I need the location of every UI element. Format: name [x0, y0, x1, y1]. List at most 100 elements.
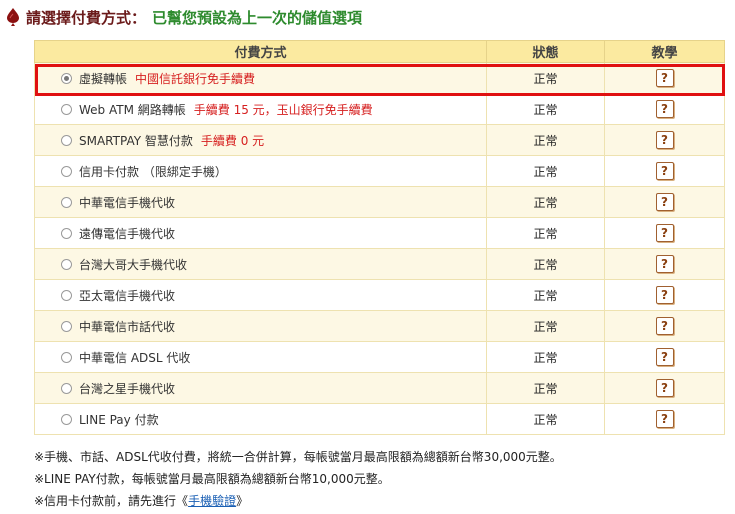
payment-method-label: 虛擬轉帳 — [79, 71, 128, 86]
payment-method-radio[interactable] — [61, 413, 72, 425]
payment-method-cell[interactable]: 中華電信市話代收 — [34, 310, 487, 342]
tutorial-cell: ? — [604, 403, 725, 435]
note-line-3-suffix: 》 — [236, 494, 249, 508]
payment-status: 正常 — [486, 62, 605, 94]
payment-method-radio[interactable] — [61, 351, 72, 363]
note-line-3-prefix: ※信用卡付款前，請先進行《 — [34, 494, 189, 508]
payment-method-label: Web ATM 網路轉帳 — [79, 102, 186, 117]
tutorial-cell: ? — [604, 155, 725, 187]
payment-method-cell[interactable]: SMARTPAY 智慧付款 手續費 0 元 — [34, 124, 487, 156]
payment-rows: 虛擬轉帳 中國信託銀行免手續費 正常? Web ATM 網路轉帳 手續費 15 元，玉山… — [34, 62, 725, 435]
payment-method-cell[interactable]: 信用卡付款 （限綁定手機） — [34, 155, 487, 187]
payment-status: 正常 — [486, 93, 605, 125]
column-header-method: 付費方式 — [34, 40, 487, 63]
payment-method-fee-note: 手續費 15 元，玉山銀行免手續費 — [193, 102, 373, 117]
payment-status: 正常 — [486, 372, 605, 404]
payment-method-label: 信用卡付款 （限綁定手機） — [79, 164, 227, 179]
payment-status: 正常 — [486, 217, 605, 249]
payment-table: 付費方式 狀態 教學 虛擬轉帳 中國信託銀行免手續費 正常? Web ATM 網路轉帳… — [34, 40, 725, 435]
page-title: 請選擇付費方式： — [26, 8, 147, 27]
payment-method-cell[interactable]: 虛擬轉帳 中國信託銀行免手續費 — [34, 62, 487, 94]
page-subtitle: 已幫您預設為上一次的儲值選項 — [152, 8, 363, 27]
payment-method-fee-note: 中國信託銀行免手續費 — [135, 71, 256, 86]
payment-method-label: 台灣之星手機代收 — [79, 381, 176, 396]
payment-method-fee-note: 手續費 0 元 — [200, 133, 265, 148]
payment-method-radio[interactable] — [61, 72, 72, 84]
payment-method-label: 中華電信 ADSL 代收 — [79, 350, 191, 365]
help-question-icon[interactable]: ? — [655, 379, 674, 397]
payment-row[interactable]: SMARTPAY 智慧付款 手續費 0 元正常? — [34, 124, 725, 156]
tutorial-cell: ? — [604, 93, 725, 125]
payment-row[interactable]: 台灣大哥大手機代收 正常? — [34, 248, 725, 280]
phone-verification-link[interactable]: 手機驗證 — [188, 494, 236, 508]
payment-method-radio[interactable] — [61, 320, 72, 332]
payment-method-label: 亞太電信手機代收 — [79, 288, 176, 303]
payment-status: 正常 — [486, 341, 605, 373]
payment-method-label: 中華電信手機代收 — [79, 195, 176, 210]
payment-method-radio[interactable] — [61, 258, 72, 270]
payment-method-radio[interactable] — [61, 227, 72, 239]
payment-row[interactable]: 台灣之星手機代收 正常? — [34, 372, 725, 404]
payment-method-radio[interactable] — [61, 289, 72, 301]
payment-status: 正常 — [486, 124, 605, 156]
tutorial-cell: ? — [604, 341, 725, 373]
payment-method-cell[interactable]: 中華電信手機代收 — [34, 186, 487, 218]
column-header-status: 狀態 — [486, 40, 605, 63]
help-question-icon[interactable]: ? — [655, 286, 674, 304]
help-question-icon[interactable]: ? — [655, 69, 674, 87]
payment-row[interactable]: 中華電信 ADSL 代收 正常? — [34, 341, 725, 373]
payment-status: 正常 — [486, 186, 605, 218]
tutorial-cell: ? — [604, 124, 725, 156]
column-header-tutorial: 教學 — [604, 40, 725, 63]
tutorial-cell: ? — [604, 310, 725, 342]
payment-method-cell[interactable]: 台灣之星手機代收 — [34, 372, 487, 404]
help-question-icon[interactable]: ? — [655, 317, 674, 335]
payment-method-radio[interactable] — [61, 134, 72, 146]
payment-row[interactable]: 遠傳電信手機代收 正常? — [34, 217, 725, 249]
payment-method-radio[interactable] — [61, 165, 72, 177]
note-line-1: ※手機、市話、ADSL代收付費，將統一合併計算，每帳號當月最高限額為總額新台幣3… — [34, 450, 562, 464]
page-header: 請選擇付費方式： 已幫您預設為上一次的儲值選項 — [6, 6, 362, 28]
payment-method-cell[interactable]: Web ATM 網路轉帳 手續費 15 元，玉山銀行免手續費 — [34, 93, 487, 125]
help-question-icon[interactable]: ? — [655, 100, 674, 118]
payment-method-cell[interactable]: 遠傳電信手機代收 — [34, 217, 487, 249]
payment-status: 正常 — [486, 248, 605, 280]
payment-status: 正常 — [486, 403, 605, 435]
tutorial-cell: ? — [604, 186, 725, 218]
payment-method-radio[interactable] — [61, 382, 72, 394]
payment-method-cell[interactable]: 亞太電信手機代收 — [34, 279, 487, 311]
help-question-icon[interactable]: ? — [655, 162, 674, 180]
payment-row[interactable]: 虛擬轉帳 中國信託銀行免手續費 正常? — [34, 62, 725, 94]
payment-row[interactable]: Web ATM 網路轉帳 手續費 15 元，玉山銀行免手續費 正常? — [34, 93, 725, 125]
help-question-icon[interactable]: ? — [655, 255, 674, 273]
note-line-3: ※信用卡付款前，請先進行《手機驗證》 — [34, 490, 562, 512]
diamond-icon — [7, 8, 19, 26]
payment-status: 正常 — [486, 279, 605, 311]
payment-method-label: 中華電信市話代收 — [79, 319, 176, 334]
payment-method-cell[interactable]: 台灣大哥大手機代收 — [34, 248, 487, 280]
note-line-2: ※LINE PAY付款，每帳號當月最高限額為總額新台幣10,000元整。 — [34, 472, 390, 486]
payment-row[interactable]: 中華電信市話代收 正常? — [34, 310, 725, 342]
payment-status: 正常 — [486, 155, 605, 187]
payment-row[interactable]: 亞太電信手機代收 正常? — [34, 279, 725, 311]
payment-method-label: SMARTPAY 智慧付款 — [79, 133, 193, 148]
help-question-icon[interactable]: ? — [655, 410, 674, 428]
help-question-icon[interactable]: ? — [655, 131, 674, 149]
payment-method-cell[interactable]: 中華電信 ADSL 代收 — [34, 341, 487, 373]
payment-row[interactable]: 信用卡付款 （限綁定手機） 正常? — [34, 155, 725, 187]
payment-row[interactable]: LINE Pay 付款 正常? — [34, 403, 725, 435]
payment-method-radio[interactable] — [61, 196, 72, 208]
payment-row[interactable]: 中華電信手機代收 正常? — [34, 186, 725, 218]
notes: ※手機、市話、ADSL代收付費，將統一合併計算，每帳號當月最高限額為總額新台幣3… — [34, 446, 562, 512]
help-question-icon[interactable]: ? — [655, 348, 674, 366]
tutorial-cell: ? — [604, 372, 725, 404]
payment-method-label: 遠傳電信手機代收 — [79, 226, 176, 241]
payment-method-label: LINE Pay 付款 — [79, 412, 159, 427]
help-question-icon[interactable]: ? — [655, 224, 674, 242]
payment-method-cell[interactable]: LINE Pay 付款 — [34, 403, 487, 435]
payment-method-radio[interactable] — [61, 103, 72, 115]
help-question-icon[interactable]: ? — [655, 193, 674, 211]
table-header-row: 付費方式 狀態 教學 — [34, 40, 725, 63]
payment-method-label: 台灣大哥大手機代收 — [79, 257, 188, 272]
payment-status: 正常 — [486, 310, 605, 342]
